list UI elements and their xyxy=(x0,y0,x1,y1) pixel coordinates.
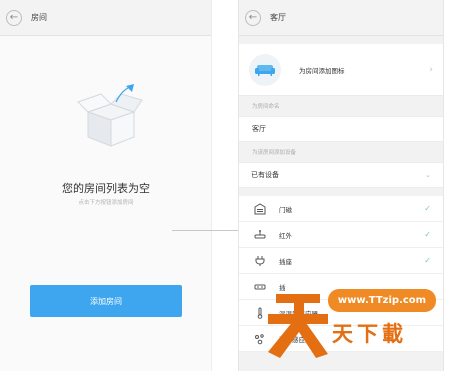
header: ← 客厅 xyxy=(239,0,443,36)
header: ← 房间 xyxy=(0,0,211,36)
device-item[interactable]: 插座 ✓ xyxy=(239,248,443,274)
back-button[interactable]: ← xyxy=(6,9,22,26)
device-section-label: 为该房间添加设备 xyxy=(252,150,297,156)
room-list-screen: ← 房间 您的房间列表为空 点击下方按钮添加房间 添加房间 xyxy=(0,0,212,371)
room-name-field[interactable]: 客厅 xyxy=(239,116,443,142)
chevron-right-icon: › xyxy=(429,64,433,75)
device-item[interactable]: 红外 ✓ xyxy=(239,222,443,248)
sofa-icon xyxy=(249,53,281,86)
chevron-down-icon: ⌄ xyxy=(425,171,431,179)
page-title: 房间 xyxy=(31,13,47,22)
back-arrow-icon: ← xyxy=(248,11,258,23)
back-button[interactable]: ← xyxy=(245,9,261,26)
back-arrow-icon: ← xyxy=(9,11,19,23)
empty-title: 您的房间列表为空 xyxy=(62,182,150,195)
add-icon-label: 为房间添加图标 xyxy=(299,66,345,75)
name-section-label: 为房间命名 xyxy=(252,104,280,110)
empty-box-icon xyxy=(77,84,143,147)
existing-devices-dropdown[interactable]: 已有设备 ⌄ xyxy=(239,162,443,188)
add-room-button[interactable]: 添加房间 xyxy=(30,285,182,317)
watermark-logo-icon xyxy=(268,294,328,358)
check-icon: ✓ xyxy=(424,204,431,213)
check-icon: ✓ xyxy=(424,256,431,265)
empty-hint: 点击下方按钮添加房间 xyxy=(78,200,134,206)
device-name: 插座 xyxy=(279,257,292,266)
watermark-text: 天下載 xyxy=(332,322,407,346)
existing-devices-label: 已有设备 xyxy=(251,171,279,179)
device-item[interactable]: 门磁 ✓ xyxy=(239,196,443,222)
device-name: 红外 xyxy=(279,231,292,240)
page-title: 客厅 xyxy=(270,13,286,22)
device-name: 门磁 xyxy=(279,205,292,214)
watermark: www.TTzip.com 天下載 xyxy=(262,280,442,371)
plug-icon xyxy=(253,254,267,268)
check-icon: ✓ xyxy=(424,230,431,239)
watermark-url: www.TTzip.com xyxy=(328,289,436,312)
door-sensor-icon xyxy=(253,202,267,216)
add-room-icon-row[interactable]: 为房间添加图标 › xyxy=(239,44,443,96)
infrared-icon xyxy=(253,228,267,242)
